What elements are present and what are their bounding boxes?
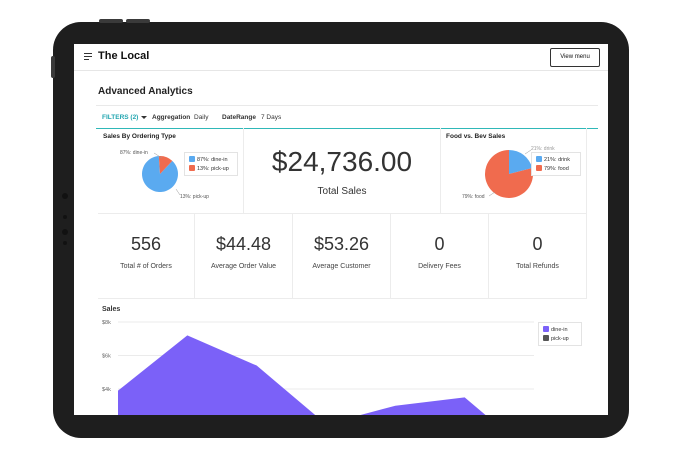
side-button [51, 56, 55, 78]
legend-swatch-dine-in [543, 326, 549, 332]
legend-item-dine-in[interactable]: dine-in [551, 327, 568, 333]
area-series-dine-in[interactable] [118, 335, 534, 415]
power-button [126, 19, 150, 23]
sales-area-chart: $8k$6k$4k$2k [102, 320, 534, 415]
camera-dot-2 [62, 229, 68, 235]
legend-swatch-pick-up [543, 335, 549, 341]
y-tick-label: $6k [102, 354, 111, 360]
sensor-dot [63, 215, 67, 219]
sales-legend: dine-in pick-up [538, 322, 582, 346]
y-tick-label: $4k [102, 387, 111, 393]
y-tick-label: $8k [102, 320, 111, 326]
volume-button [99, 19, 123, 23]
sensor-dot-2 [63, 241, 67, 245]
legend-item-pick-up[interactable]: pick-up [551, 336, 569, 342]
app-screen: The Local View menu Advanced Analytics F… [74, 44, 608, 415]
camera-dot [62, 193, 68, 199]
